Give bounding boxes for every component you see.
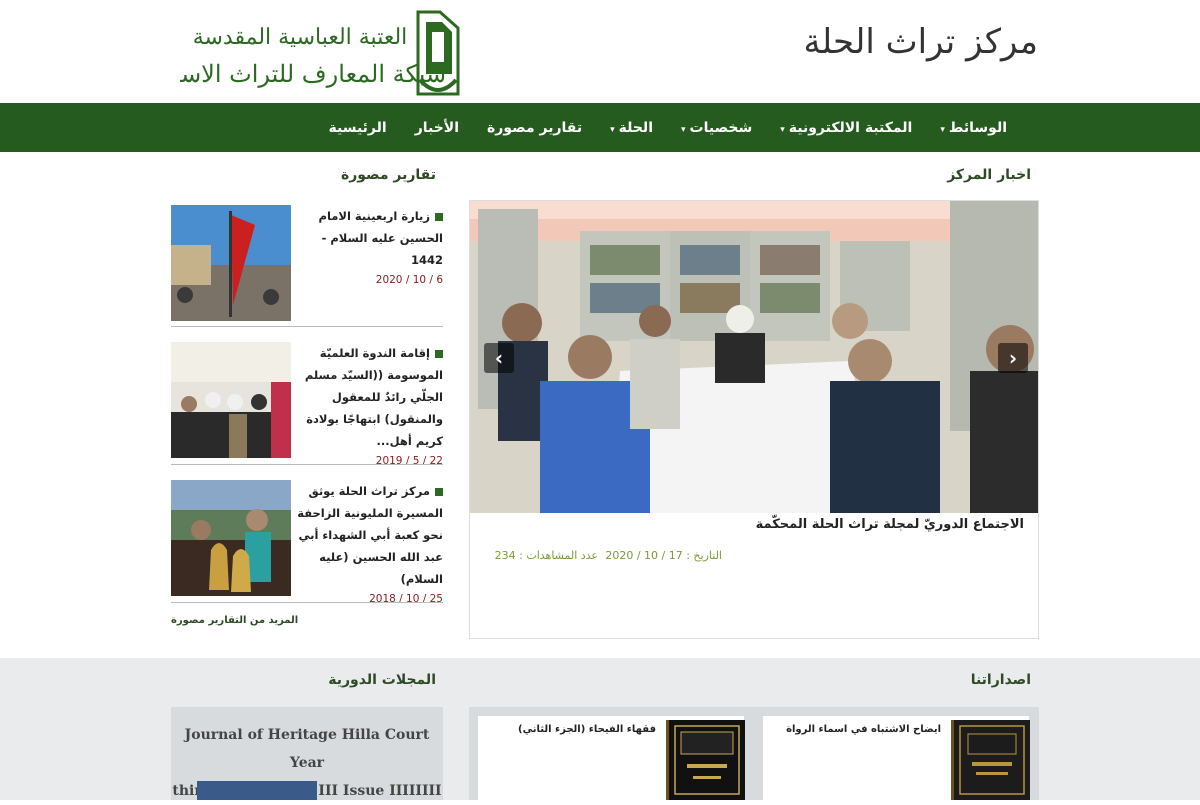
more-reports-link[interactable]: المزيد من التقارير مصورة bbox=[171, 615, 298, 626]
caret-down-icon: ▾ bbox=[940, 124, 945, 135]
report-text: مركز تراث الحلة يوثق المسيرة المليونية ا… bbox=[297, 480, 443, 605]
report-item[interactable]: زيارة اربعينية الامام الحسين عليه السلام… bbox=[171, 205, 443, 333]
book-cover[interactable] bbox=[666, 720, 745, 800]
nav-item-label: الحلة bbox=[618, 119, 653, 136]
slider-prev-button[interactable]: ‹ bbox=[484, 343, 514, 373]
news-slider: ‹ › الاجتماع الدوريّ لمجلة تراث الحلة ال… bbox=[469, 200, 1039, 639]
report-thumbnail[interactable] bbox=[171, 342, 291, 458]
report-date: 22 / 5 / 2019 bbox=[375, 455, 443, 467]
book-cover[interactable] bbox=[951, 720, 1030, 800]
report-title[interactable]: إقامة الندوة العلميّة الموسومة ((السيّد … bbox=[305, 346, 443, 448]
nav-item-4[interactable]: شخصيات▾ bbox=[681, 120, 752, 136]
journal-cover-image[interactable] bbox=[197, 781, 317, 800]
logo-text-2: شبكة المعارف للتراث الاسلامي bbox=[180, 60, 446, 88]
report-text: زيارة اربعينية الامام الحسين عليه السلام… bbox=[297, 205, 443, 286]
site-title[interactable]: مركز تراث الحلة bbox=[804, 22, 1038, 62]
caret-down-icon: ▾ bbox=[681, 124, 686, 135]
bullet-icon bbox=[435, 487, 443, 496]
site-header: العتبة العباسية المقدسة شبكة المعارف للت… bbox=[0, 0, 1200, 103]
report-divider bbox=[171, 602, 443, 603]
report-thumbnail[interactable] bbox=[171, 205, 291, 321]
report-title[interactable]: مركز تراث الحلة يوثق المسيرة المليونية ا… bbox=[297, 484, 443, 586]
site-logo[interactable]: العتبة العباسية المقدسة شبكة المعارف للت… bbox=[180, 8, 462, 100]
report-item[interactable]: إقامة الندوة العلميّة الموسومة ((السيّد … bbox=[171, 342, 443, 470]
news-views: عدد المشاهدات : 234 bbox=[494, 549, 598, 562]
report-date: 6 / 10 / 2020 bbox=[375, 274, 443, 286]
nav-item-label: الرئيسية bbox=[328, 119, 387, 136]
nav-item-label: المكتبة الالكترونية bbox=[788, 119, 913, 136]
news-photo[interactable] bbox=[470, 201, 1038, 513]
report-text: إقامة الندوة العلميّة الموسومة ((السيّد … bbox=[297, 342, 443, 467]
news-caption[interactable]: الاجتماع الدوريّ لمجلة تراث الحلة المحكّ… bbox=[756, 517, 1024, 532]
chevron-left-icon: ‹ bbox=[494, 346, 504, 370]
report-divider bbox=[171, 464, 443, 465]
report-thumbnail[interactable] bbox=[171, 480, 291, 596]
nav-item-label: شخصيات bbox=[689, 119, 753, 136]
slider-next-button[interactable]: › bbox=[998, 343, 1028, 373]
nav-item-label: تقارير مصورة bbox=[487, 119, 583, 136]
journals-section-title: المجلات الدورية bbox=[328, 672, 436, 688]
report-date: 25 / 10 / 2018 bbox=[369, 593, 443, 605]
news-date: التاريخ : 17 / 10 / 2020 bbox=[605, 549, 722, 562]
bullet-icon bbox=[435, 212, 443, 221]
caret-down-icon: ▾ bbox=[610, 124, 615, 135]
journal-title-line1: Journal of Heritage Hilla Court Year bbox=[184, 727, 430, 771]
nav-item-6[interactable]: الوسائط▾ bbox=[940, 120, 1007, 136]
nav-item-3[interactable]: الحلة▾ bbox=[610, 120, 653, 136]
report-item[interactable]: مركز تراث الحلة يوثق المسيرة المليونية ا… bbox=[171, 480, 443, 608]
news-section-title: اخبار المركز bbox=[947, 167, 1031, 183]
logo-text-1: العتبة العباسية المقدسة bbox=[193, 25, 408, 50]
nav-item-label: الوسائط bbox=[948, 119, 1007, 136]
report-title[interactable]: زيارة اربعينية الامام الحسين عليه السلام… bbox=[319, 209, 443, 267]
publication-card[interactable]: فقهاء الفيحاء (الجزء الثاني) bbox=[478, 716, 745, 800]
chevron-right-icon: › bbox=[1008, 346, 1018, 370]
report-divider bbox=[171, 326, 443, 327]
nav-item-5[interactable]: المكتبة الالكترونية▾ bbox=[780, 120, 912, 136]
nav-item-0[interactable]: الرئيسية bbox=[329, 120, 387, 136]
publication-title[interactable]: ايضاح الاشتباه في اسماء الرواة bbox=[786, 724, 941, 735]
nav-item-2[interactable]: تقارير مصورة bbox=[487, 120, 582, 136]
main-navbar: الرئيسية الأخبار تقارير مصورة الحلة▾ شخصيات▾… bbox=[0, 103, 1200, 152]
nav-item-1[interactable]: الأخبار bbox=[415, 120, 459, 136]
publication-card[interactable]: ايضاح الاشتباه في اسماء الرواة bbox=[763, 716, 1030, 800]
nav-menu: الرئيسية الأخبار تقارير مصورة الحلة▾ شخصيات▾… bbox=[329, 103, 1008, 152]
bullet-icon bbox=[435, 349, 443, 358]
publication-title[interactable]: فقهاء الفيحاء (الجزء الثاني) bbox=[518, 724, 656, 735]
reports-section-title: تقارير مصورة bbox=[340, 167, 436, 183]
publications-section-title: اصداراتنا bbox=[970, 672, 1031, 688]
caret-down-icon: ▾ bbox=[780, 124, 785, 135]
journal-card[interactable]: Journal of Heritage Hilla Court Year thi… bbox=[171, 707, 443, 800]
nav-item-label: الأخبار bbox=[414, 119, 460, 136]
